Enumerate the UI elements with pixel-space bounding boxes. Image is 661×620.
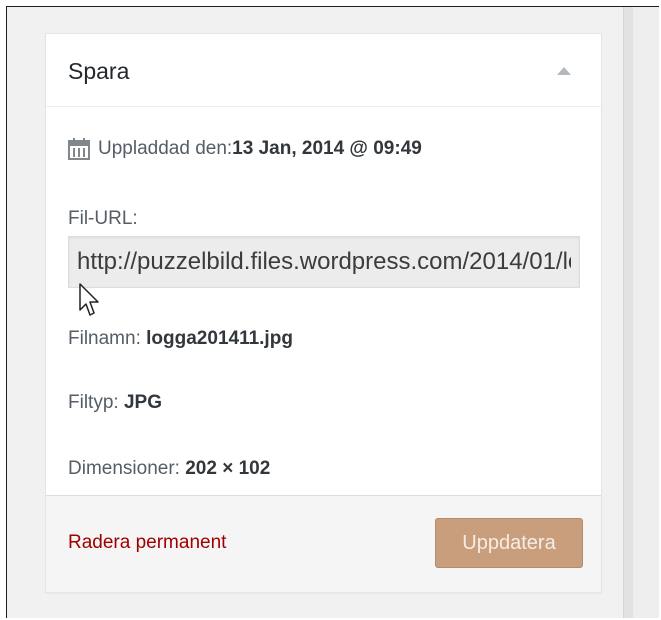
filetype-row: Filtyp: JPG — [68, 392, 162, 414]
file-url-label: Fil-URL: — [68, 208, 138, 229]
arrow-up-icon[interactable] — [557, 67, 571, 75]
mouse-pointer-icon — [79, 283, 99, 316]
uploaded-value: 13 Jan, 2014 @ 09:49 — [232, 138, 422, 159]
filename-label: Filnamn: — [68, 328, 147, 349]
calendar-icon — [68, 138, 90, 160]
filetype-value: JPG — [123, 392, 162, 413]
dimensions-value: 202 × 102 — [185, 458, 271, 479]
sidebar-edge — [633, 7, 659, 618]
publish-box-footer: Radera permanent Uppdatera — [46, 495, 601, 592]
filename-value: logga201411.jpg — [146, 328, 293, 349]
filetype-label: Filtyp: — [68, 392, 124, 413]
dimensions-label: Dimensioner: — [68, 458, 186, 479]
publish-box-title: Spara — [68, 58, 130, 84]
filename-row: Filnamn: logga201411.jpg — [68, 328, 293, 350]
screen-frame: Spara Uppladdad den: 13 Jan, 2014 @ 09:4… — [6, 6, 659, 618]
publish-box-header[interactable]: Spara — [46, 34, 601, 107]
delete-permanently-link[interactable]: Radera permanent — [68, 532, 226, 554]
publish-box: Spara Uppladdad den: 13 Jan, 2014 @ 09:4… — [45, 33, 602, 593]
uploaded-date-row: Uppladdad den: 13 Jan, 2014 @ 09:49 — [68, 138, 422, 160]
update-button[interactable]: Uppdatera — [435, 518, 583, 568]
dimensions-row: Dimensioner: 202 × 102 — [68, 458, 270, 480]
uploaded-label: Uppladdad den: — [98, 138, 233, 159]
file-url-field[interactable] — [68, 236, 580, 288]
